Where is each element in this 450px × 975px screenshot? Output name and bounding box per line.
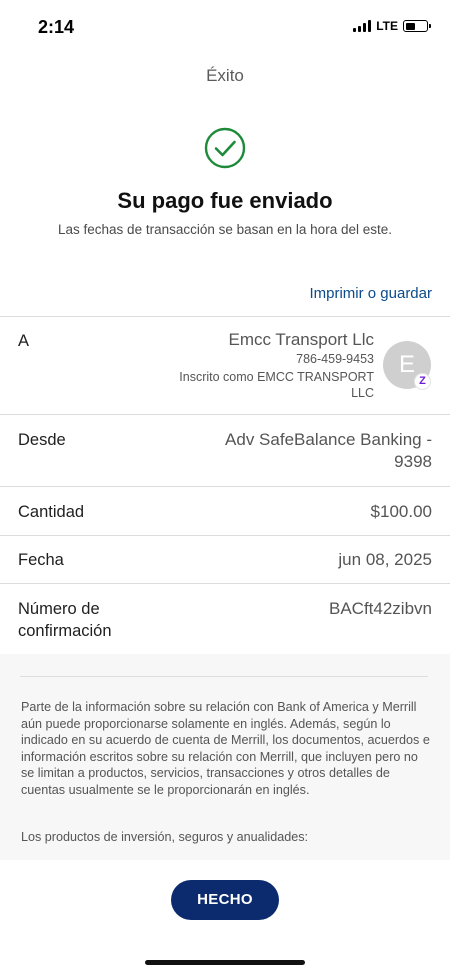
page-title: Éxito	[206, 66, 244, 85]
battery-icon	[403, 20, 431, 32]
confirmation-number-value: BACft42zibvn	[329, 599, 432, 618]
divider	[0, 535, 450, 536]
disclosure-subheading: Los productos de inversión, seguros y an…	[21, 830, 309, 844]
date-label: Fecha	[18, 551, 64, 569]
success-check-icon	[204, 127, 246, 169]
payee-name: Emcc Transport Llc	[228, 330, 375, 349]
zelle-icon: Z	[414, 373, 431, 390]
payee-enrolled-name: Inscrito como EMCC TRANSPORT LLC	[179, 370, 374, 400]
divider	[20, 676, 428, 677]
from-account-line1: Adv SafeBalance Banking -	[225, 430, 432, 449]
from-account-line2: 9398	[394, 452, 432, 471]
status-indicators: LTE	[353, 19, 431, 33]
done-button[interactable]: HECHO	[171, 880, 279, 920]
disclosure-panel: Parte de la información sobre su relació…	[0, 654, 450, 860]
status-bar: 2:14 LTE	[0, 0, 450, 52]
home-indicator[interactable]	[145, 960, 305, 965]
confirmation-subline: Las fechas de transacción se basan en la…	[58, 222, 392, 237]
status-time: 2:14	[38, 17, 75, 37]
disclosure-text: Parte de la información sobre su relació…	[21, 700, 430, 797]
payee-phone: 786-459-9453	[296, 352, 374, 366]
to-label: A	[18, 332, 30, 350]
amount-value: $100.00	[370, 502, 432, 521]
divider	[0, 414, 450, 415]
battery-level	[405, 22, 415, 30]
confirmation-number-label-line1: Número de	[18, 600, 100, 618]
confirmation-number-label-line2: confirmación	[18, 622, 112, 640]
amount-label: Cantidad	[18, 503, 85, 521]
divider	[0, 583, 450, 584]
confirmation-headline: Su pago fue enviado	[117, 188, 333, 213]
network-label: LTE	[376, 19, 398, 33]
signal-icon	[353, 20, 372, 32]
divider	[0, 486, 450, 487]
from-label: Desde	[18, 431, 66, 449]
divider	[0, 316, 450, 317]
date-value: jun 08, 2025	[338, 550, 432, 569]
print-or-save-link[interactable]: Imprimir o guardar	[309, 285, 432, 302]
